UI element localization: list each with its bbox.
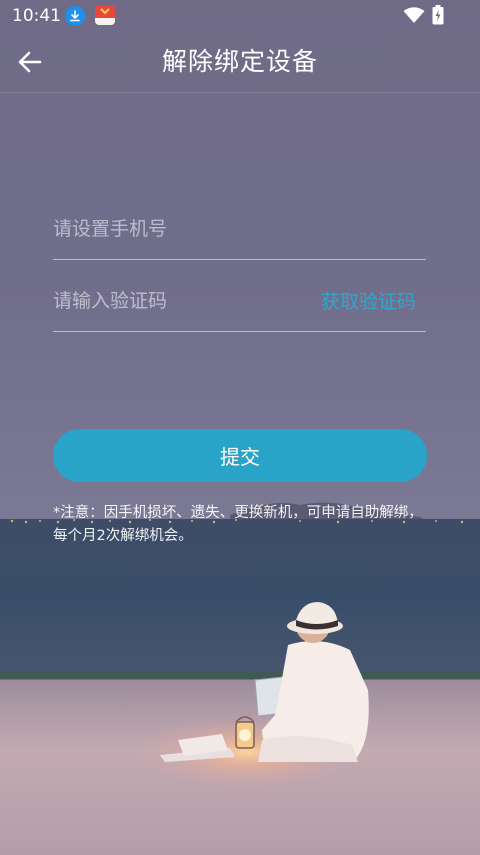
- get-code-button[interactable]: 获取验证码: [321, 273, 416, 331]
- app-bar: 解除绑定设备: [0, 32, 480, 93]
- download-icon: [65, 6, 85, 26]
- verification-code-input[interactable]: [53, 273, 303, 329]
- phone-field: [53, 201, 426, 260]
- beach-background-image: [0, 0, 480, 855]
- wifi-icon: [403, 7, 425, 28]
- status-bar: 10:41: [0, 0, 480, 32]
- battery-charging-icon: [432, 5, 444, 29]
- submit-button[interactable]: 提交: [53, 429, 427, 482]
- status-time: 10:41: [12, 6, 61, 26]
- page-title: 解除绑定设备: [161, 47, 318, 76]
- notice-text: *注意：因手机损坏、遗失、更换新机，可申请自助解绑，每个月2次解绑机会。: [53, 505, 423, 544]
- app-notification-icon: [95, 5, 115, 25]
- phone-input[interactable]: [53, 201, 303, 257]
- code-field: 获取验证码: [53, 273, 426, 332]
